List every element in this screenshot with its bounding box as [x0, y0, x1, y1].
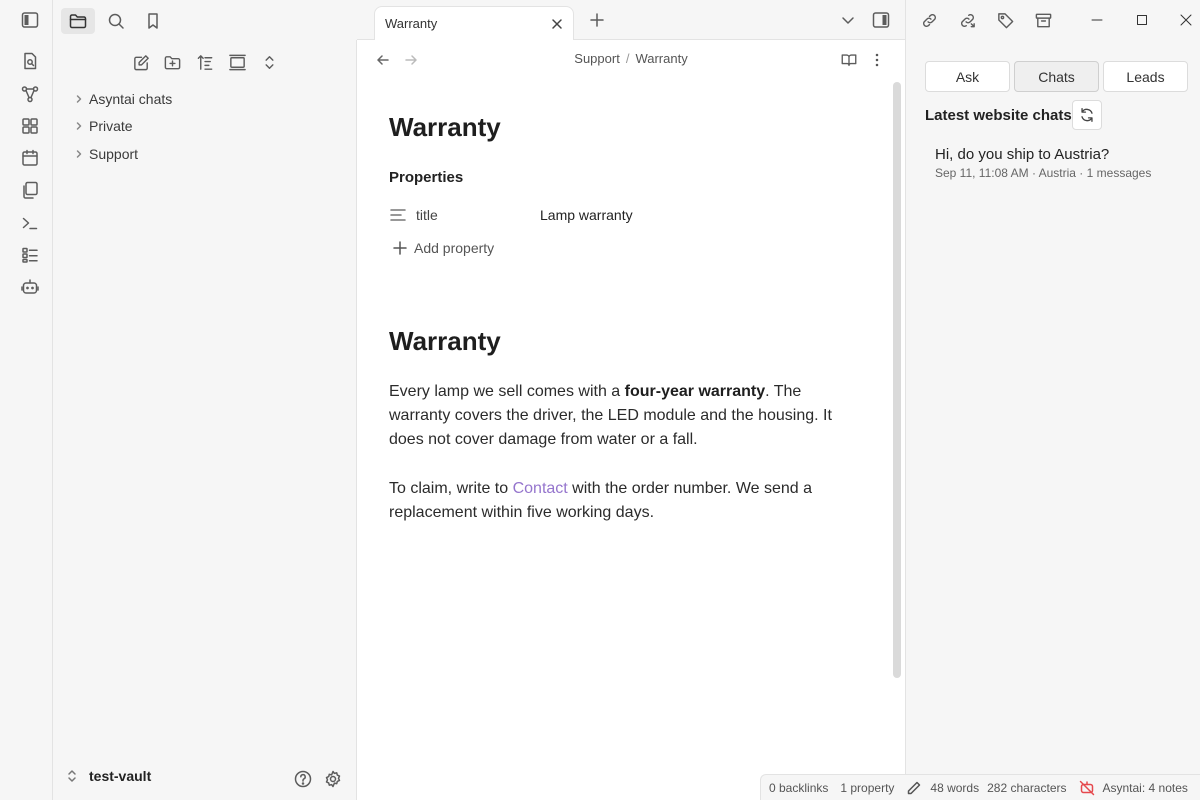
- bases-icon[interactable]: [18, 243, 42, 267]
- new-folder-icon[interactable]: [160, 51, 184, 73]
- folder-label: Private: [89, 118, 133, 134]
- inline-title[interactable]: Warranty: [389, 112, 501, 143]
- character-count: 282 characters: [987, 780, 1067, 795]
- sort-icon[interactable]: [193, 51, 217, 73]
- open-quick-switcher-icon[interactable]: [18, 49, 42, 73]
- auto-reveal-icon[interactable]: [225, 51, 249, 73]
- minimize-icon[interactable]: [1086, 9, 1108, 31]
- text-run: To claim, write to: [389, 480, 513, 497]
- bookmark-icon[interactable]: [136, 8, 170, 34]
- chevron-right-icon: [69, 94, 89, 104]
- pencil-icon[interactable]: [906, 780, 922, 796]
- breadcrumb-folder[interactable]: Support: [574, 51, 620, 66]
- chat-item[interactable]: Hi, do you ship to Austria? Sep 11, 11:0…: [935, 146, 1185, 180]
- tab-warranty[interactable]: Warranty: [374, 6, 574, 40]
- share-icon[interactable]: [956, 9, 978, 31]
- tag-icon[interactable]: [994, 9, 1016, 31]
- property-value[interactable]: Lamp warranty: [540, 207, 633, 223]
- ribbon: [0, 0, 53, 800]
- asyntai-status[interactable]: Asyntai: 4 notes: [1103, 781, 1188, 795]
- folder-item[interactable]: Support: [69, 142, 339, 166]
- document-heading[interactable]: Warranty: [389, 326, 501, 357]
- status-bar: 0 backlinks 1 property 48 words 282 char…: [760, 774, 1200, 800]
- chat-question: Hi, do you ship to Austria?: [935, 146, 1110, 163]
- properties-heading[interactable]: Properties: [389, 169, 463, 186]
- folder-item[interactable]: Asyntai chats: [69, 87, 339, 111]
- refresh-icon: [1081, 108, 1093, 122]
- daily-note-icon[interactable]: [18, 146, 42, 170]
- refresh-button[interactable]: [1072, 100, 1102, 130]
- chevron-right-icon: [69, 149, 89, 159]
- properties-count[interactable]: 1 property: [840, 781, 894, 795]
- tab-bar: Warranty: [357, 0, 905, 40]
- chats-title: Latest website chats: [925, 107, 1072, 124]
- folder-label: Asyntai chats: [89, 91, 173, 107]
- vault-name: test-vault: [89, 768, 152, 784]
- reading-view-icon[interactable]: [839, 50, 859, 70]
- view-header: Support / Warranty: [357, 40, 905, 80]
- breadcrumb: Support / Warranty: [357, 51, 905, 66]
- asyntai-status-icon[interactable]: [1079, 780, 1095, 796]
- more-options-icon[interactable]: [867, 50, 887, 70]
- scrollbar[interactable]: [893, 82, 901, 678]
- word-count: 48 words: [930, 780, 980, 795]
- archive-icon[interactable]: [1032, 9, 1054, 31]
- folder-item[interactable]: Private: [69, 114, 339, 138]
- command-palette-icon[interactable]: [18, 211, 42, 235]
- asyntai-panel: Ask Chats Leads Latest website chats Hi,…: [905, 40, 1200, 774]
- canvas-icon[interactable]: [18, 114, 42, 138]
- asyntai-bot-icon[interactable]: [18, 275, 42, 299]
- close-icon[interactable]: [549, 16, 565, 32]
- backlinks-count[interactable]: 0 backlinks: [769, 781, 828, 795]
- bold-text: four-year warranty: [624, 383, 766, 400]
- folder-icon[interactable]: [61, 8, 95, 34]
- add-property-button[interactable]: Add property: [393, 240, 494, 256]
- tab-ask[interactable]: Ask: [925, 61, 1010, 92]
- templates-icon[interactable]: [18, 178, 42, 202]
- note-editor[interactable]: Warranty Properties title Lamp warranty …: [357, 80, 905, 758]
- sidebar-toggle-icon[interactable]: [18, 8, 42, 32]
- help-icon[interactable]: [292, 768, 314, 790]
- internal-link-contact[interactable]: Contact: [513, 480, 568, 497]
- property-key[interactable]: title: [416, 207, 540, 223]
- text-lines-icon[interactable]: [389, 206, 407, 224]
- paragraph[interactable]: Every lamp we sell comes with a four-yea…: [389, 380, 844, 452]
- settings-icon[interactable]: [322, 768, 344, 790]
- vault-footer: test-vault: [53, 758, 357, 800]
- plus-icon: [393, 241, 407, 255]
- breadcrumb-separator: /: [625, 51, 630, 66]
- property-row: title Lamp warranty: [389, 204, 849, 226]
- tab-list-icon[interactable]: [837, 9, 859, 31]
- text-run: Every lamp we sell comes with a: [389, 383, 625, 400]
- tab-title: Warranty: [385, 16, 438, 31]
- left-sidebar-tab-header: [53, 0, 357, 40]
- vault-switcher[interactable]: test-vault: [65, 768, 151, 784]
- folder-label: Support: [89, 146, 139, 162]
- new-tab-icon[interactable]: [586, 9, 608, 31]
- collapse-all-icon[interactable]: [257, 51, 281, 73]
- new-note-icon[interactable]: [129, 51, 153, 73]
- close-window-icon[interactable]: [1175, 9, 1197, 31]
- tab-chats[interactable]: Chats: [1014, 61, 1099, 92]
- chevron-right-icon: [69, 121, 89, 131]
- paragraph[interactable]: To claim, write to Contact with the orde…: [389, 477, 844, 525]
- add-property-label: Add property: [414, 240, 495, 256]
- chevrons-up-down-icon: [65, 768, 79, 784]
- search-icon[interactable]: [99, 8, 133, 34]
- graph-view-icon[interactable]: [18, 82, 42, 106]
- tab-leads[interactable]: Leads: [1103, 61, 1188, 92]
- right-sidebar-toggle-icon[interactable]: [870, 9, 892, 31]
- chat-meta: Sep 11, 11:08 AM · Austria · 1 messages: [935, 166, 1152, 180]
- link-icon[interactable]: [918, 9, 940, 31]
- breadcrumb-note[interactable]: Warranty: [635, 51, 687, 66]
- file-explorer: Asyntai chats Private Support: [53, 40, 357, 758]
- maximize-icon[interactable]: [1131, 9, 1153, 31]
- right-sidebar-tab-header: [905, 0, 1200, 40]
